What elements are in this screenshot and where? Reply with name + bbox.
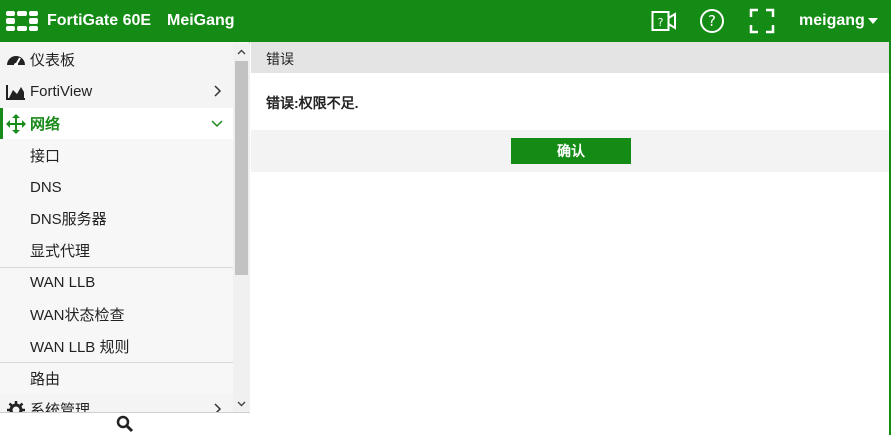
sidebar-item-label: 路由: [30, 370, 61, 388]
sidebar-item-network[interactable]: 网络: [0, 107, 233, 140]
sidebar-search-button[interactable]: [0, 412, 250, 435]
scroll-up-arrow-icon[interactable]: [233, 44, 250, 60]
fullscreen-icon[interactable]: [749, 8, 775, 34]
sidebar-item-system[interactable]: 系统管理: [0, 394, 233, 412]
chevron-right-icon: [214, 403, 222, 412]
sidebar-item-wan-llb[interactable]: WAN LLB: [0, 266, 233, 299]
sidebar-item-label: 仪表板: [30, 52, 76, 70]
sidebar-item-label: WAN状态检查: [30, 306, 125, 324]
sidebar-item-label: WAN LLB: [30, 274, 96, 292]
caret-down-icon: [867, 17, 878, 24]
gear-icon: [6, 400, 26, 412]
svg-text:?: ?: [657, 16, 663, 29]
fortiview-chart-icon: [6, 83, 26, 101]
scrollbar-thumb[interactable]: [235, 61, 248, 275]
error-panel-footer: 确认: [251, 130, 889, 172]
sidebar-item-label: FortiView: [30, 83, 93, 101]
fortinet-logo-icon[interactable]: [6, 11, 38, 31]
search-icon: [116, 415, 134, 433]
sidebar: 仪表板 FortiView 网络 接口 DNS DNS服务器 显式代理 WAN …: [0, 42, 250, 435]
main-content: 错误 错误:权限不足. 确认: [251, 42, 891, 435]
error-message: 错误:权限不足.: [266, 95, 359, 111]
sidebar-scrollbar[interactable]: [233, 44, 250, 412]
sidebar-item-label: WAN LLB 规则: [30, 338, 130, 356]
error-panel-title: 错误: [251, 42, 891, 73]
svg-text:?: ?: [708, 12, 716, 30]
user-menu[interactable]: meigang: [799, 12, 878, 30]
sidebar-item-fortiview[interactable]: FortiView: [0, 76, 233, 108]
help-icon[interactable]: ?: [698, 9, 725, 33]
ok-button[interactable]: 确认: [511, 138, 631, 164]
sidebar-item-label: 接口: [30, 147, 61, 165]
chevron-down-icon: [211, 120, 223, 127]
sidebar-item-label: DNS服务器: [30, 211, 107, 229]
sidebar-item-label: 网络: [30, 115, 61, 133]
sidebar-item-interfaces[interactable]: 接口: [0, 139, 233, 172]
product-name: FortiGate 60E: [47, 12, 152, 29]
sidebar-item-wan-status-check[interactable]: WAN状态检查: [0, 298, 233, 331]
sidebar-item-wan-llb-rules[interactable]: WAN LLB 规则: [0, 330, 233, 362]
nav-menu: 仪表板 FortiView 网络 接口 DNS DNS服务器 显式代理 WAN …: [0, 44, 233, 412]
hostname: MeiGang: [167, 12, 235, 29]
sidebar-item-explicit-proxy[interactable]: 显式代理: [0, 234, 233, 267]
username: meigang: [799, 12, 865, 29]
sidebar-item-routing[interactable]: 路由: [0, 361, 233, 394]
sidebar-item-label: 显式代理: [30, 243, 91, 261]
cli-console-icon[interactable]: ?: [650, 9, 677, 33]
sidebar-item-dns-server[interactable]: DNS服务器: [0, 202, 233, 235]
top-bar: FortiGate 60E MeiGang ? ? meigang: [0, 0, 891, 42]
sidebar-item-dashboard[interactable]: 仪表板: [0, 44, 233, 76]
sidebar-item-label: 系统管理: [30, 402, 91, 412]
dashboard-icon: [6, 51, 26, 69]
scroll-down-arrow-icon[interactable]: [233, 396, 250, 412]
sidebar-item-label: DNS: [30, 178, 62, 196]
chevron-right-icon: [214, 85, 222, 97]
sidebar-item-dns[interactable]: DNS: [0, 171, 233, 203]
network-move-icon: [6, 113, 26, 134]
